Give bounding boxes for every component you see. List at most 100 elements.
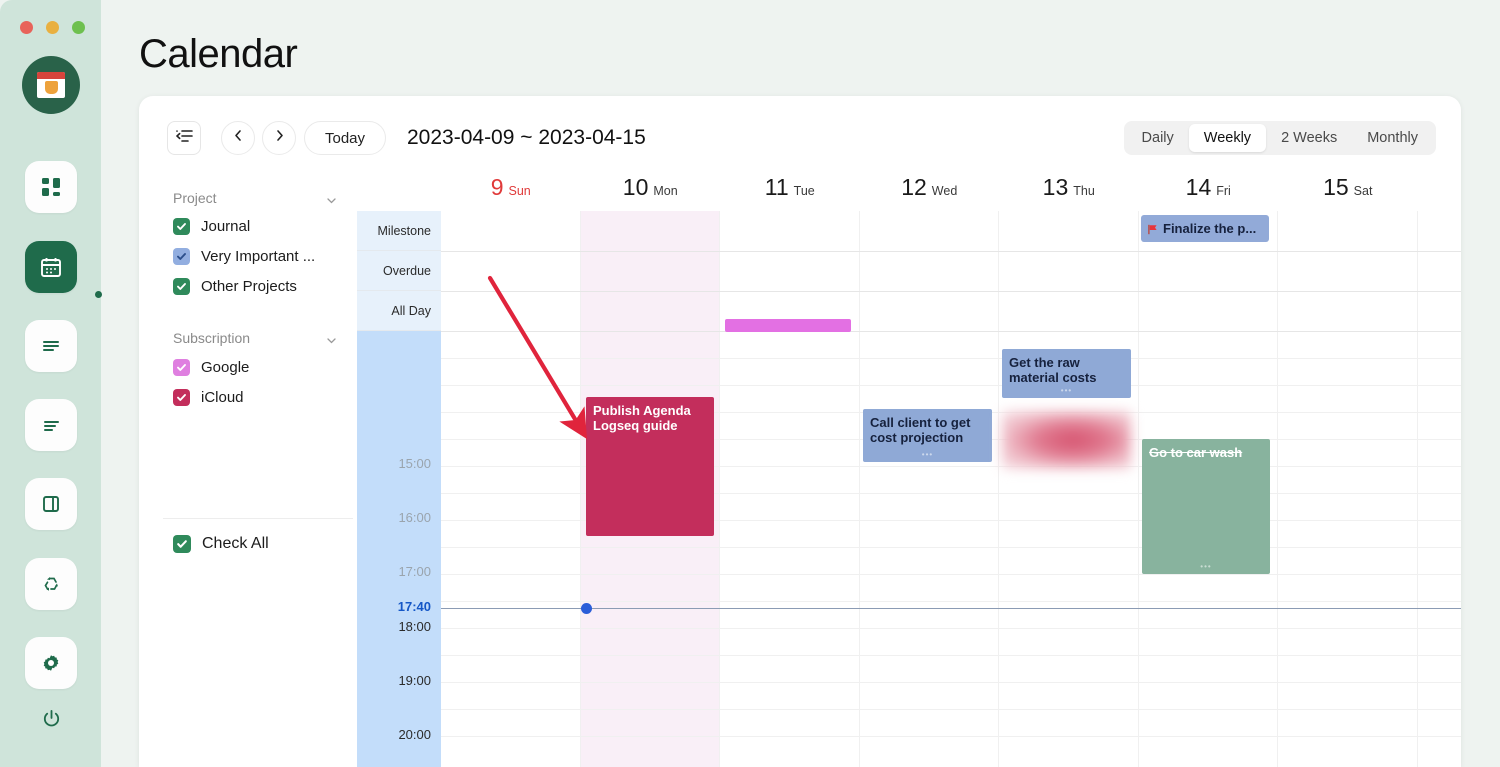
day-header-15[interactable]: 15 Sat: [1278, 174, 1418, 206]
filter-item-other-projects[interactable]: Other Projects: [173, 273, 353, 299]
time-label-1600: 16:00: [398, 510, 431, 525]
filters-divider: [163, 518, 353, 519]
rail-item-calendar[interactable]: [25, 241, 77, 293]
event-redacted-thu[interactable]: [1002, 411, 1131, 469]
window-controls: [20, 21, 85, 34]
next-week-button[interactable]: [262, 121, 296, 155]
event-footer-dots: •••: [1200, 562, 1212, 571]
day-header-12[interactable]: 12 Wed: [860, 174, 1000, 206]
time-label-1800: 18:00: [398, 619, 431, 634]
day-column-13[interactable]: [999, 211, 1139, 767]
day-header-10[interactable]: 10 Mon: [581, 174, 721, 206]
event-title: Go to car wash: [1149, 445, 1243, 460]
event-title: Get the raw material costs: [1009, 355, 1097, 385]
grid-icon: [40, 176, 62, 198]
filter-group-subscription[interactable]: Subscription: [173, 328, 337, 348]
row-label-overdue: Overdue: [383, 264, 431, 278]
calendar-grid: 9 Sun 10 Mon 11 Tue 12 Wed 13 Thu 14 Fri…: [357, 166, 1461, 767]
day-number: 13: [1042, 174, 1069, 200]
row-label-allday: All Day: [391, 304, 431, 318]
event-title: Call client to get cost projection: [870, 415, 971, 445]
day-header-13[interactable]: 13 Thu: [999, 174, 1139, 206]
view-mode-monthly[interactable]: Monthly: [1352, 124, 1433, 152]
day-column-12[interactable]: [860, 211, 999, 767]
view-mode-daily[interactable]: Daily: [1127, 124, 1189, 152]
row-label-milestone: Milestone: [377, 224, 432, 238]
left-rail: [0, 0, 102, 767]
rail-item-power[interactable]: [25, 697, 77, 745]
checkbox-icloud[interactable]: [173, 388, 190, 406]
rail-item-filter[interactable]: [25, 399, 77, 451]
checkbox-very-important[interactable]: [173, 247, 190, 265]
event-milestone-finalize[interactable]: Finalize the p...: [1141, 215, 1269, 242]
event-call-client-cost-projection[interactable]: Call client to get cost projection •••: [863, 409, 992, 462]
prev-week-button[interactable]: [221, 121, 255, 155]
checkbox-other-projects[interactable]: [173, 277, 190, 295]
date-range-label: 2023-04-09 ~ 2023-04-15: [407, 126, 646, 149]
day-column-9[interactable]: [441, 211, 581, 767]
minimize-button[interactable]: [46, 21, 59, 34]
day-of-week: Thu: [1073, 184, 1095, 198]
maximize-button[interactable]: [72, 21, 85, 34]
filter-label-other-projects: Other Projects: [201, 277, 297, 295]
time-label-1500: 15:00: [398, 456, 431, 471]
view-mode-2weeks[interactable]: 2 Weeks: [1266, 124, 1352, 152]
calendar-app-icon: [22, 56, 80, 114]
day-number: 9: [490, 174, 504, 200]
sidebar-panel-icon: [40, 493, 62, 515]
event-go-to-car-wash[interactable]: Go to car wash •••: [1142, 439, 1270, 574]
day-header-9[interactable]: 9 Sun: [441, 174, 581, 206]
filter-group-subscription-label: Subscription: [173, 330, 251, 346]
day-header-14[interactable]: 14 Fri: [1139, 174, 1279, 206]
current-time-line: [441, 608, 1461, 609]
rail-item-panel[interactable]: [25, 478, 77, 530]
list-indent-icon: [175, 129, 193, 148]
sidebar-toggle-button[interactable]: [167, 121, 201, 155]
event-title: Publish Agenda Logseq guide: [593, 403, 691, 433]
rail-item-recycle[interactable]: [25, 558, 77, 610]
filter-item-very-important[interactable]: Very Important ...: [173, 243, 353, 269]
filters-sidebar: Project Journal Very Important ... Other…: [139, 166, 357, 767]
filter-lines-icon: [40, 414, 62, 436]
recycle-icon: [40, 573, 62, 595]
page-title: Calendar: [139, 32, 298, 76]
event-allday-bar-tue[interactable]: [725, 319, 851, 332]
day-header-11[interactable]: 11 Tue: [720, 174, 860, 206]
rail-item-agenda[interactable]: [25, 320, 77, 372]
view-mode-weekly[interactable]: Weekly: [1188, 124, 1267, 152]
time-label-now: 17:40: [397, 599, 431, 614]
filter-group-project-label: Project: [173, 190, 217, 206]
checkbox-check-all[interactable]: [173, 535, 191, 553]
power-icon: [41, 708, 62, 734]
time-label-2000: 20:00: [398, 727, 431, 742]
filter-label-journal: Journal: [201, 217, 251, 235]
calendar-canvas: Finalize the p... Get the raw material c…: [441, 211, 1461, 767]
day-number: 15: [1323, 174, 1349, 200]
rail-item-dashboard[interactable]: [25, 161, 77, 213]
filter-item-journal[interactable]: Journal: [173, 213, 353, 239]
calendar-icon: [39, 255, 63, 279]
close-button[interactable]: [20, 21, 33, 34]
day-number: 10: [622, 174, 649, 200]
filter-label-check-all: Check All: [202, 535, 269, 552]
current-time-dot: [581, 603, 592, 614]
time-label-1900: 19:00: [398, 673, 431, 688]
filter-item-google[interactable]: Google: [173, 354, 353, 380]
gear-icon: [40, 652, 62, 674]
today-button[interactable]: Today: [304, 121, 387, 155]
filter-item-check-all[interactable]: Check All: [173, 531, 353, 557]
day-of-week: Fri: [1216, 184, 1231, 198]
day-of-week: Sat: [1353, 184, 1373, 198]
day-column-15[interactable]: [1278, 211, 1418, 767]
filter-group-project[interactable]: Project: [173, 188, 337, 208]
event-footer-dots: •••: [921, 450, 934, 459]
rail-item-settings[interactable]: [25, 637, 77, 689]
event-get-raw-material-costs[interactable]: Get the raw material costs •••: [1002, 349, 1131, 398]
calendar-toolbar: Today 2023-04-09 ~ 2023-04-15 Daily Week…: [139, 96, 1461, 166]
filter-label-google: Google: [201, 358, 250, 376]
checkbox-journal[interactable]: [173, 217, 190, 235]
day-column-11[interactable]: [720, 211, 860, 767]
event-publish-agenda-logseq-guide[interactable]: Publish Agenda Logseq guide: [586, 397, 714, 536]
checkbox-google[interactable]: [173, 358, 190, 376]
filter-item-icloud[interactable]: iCloud: [173, 384, 353, 410]
